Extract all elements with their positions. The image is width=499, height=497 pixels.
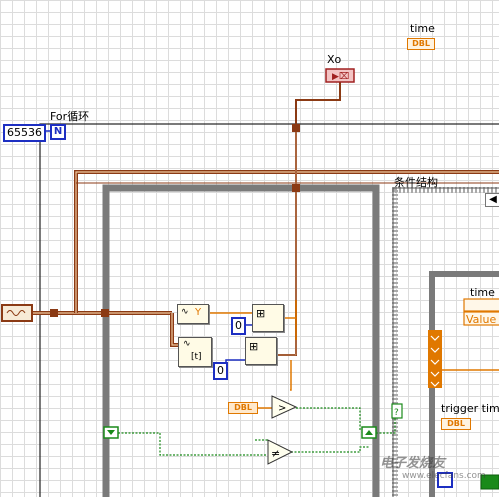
waveform-glyph-icon: ∿ xyxy=(181,307,189,317)
index-array-node-b[interactable]: ⊞ xyxy=(245,337,277,365)
boolean-wires xyxy=(118,407,396,456)
case-selector-arrow[interactable]: ◀ xyxy=(485,193,499,207)
get-waveform-t-node[interactable]: ∿ [t] xyxy=(178,337,212,367)
greater-than-node[interactable]: > xyxy=(271,395,298,419)
case-selector-terminal[interactable]: ? xyxy=(391,403,403,419)
tunnel-inner-top[interactable] xyxy=(292,184,300,192)
xo-indicator-label: Xo xyxy=(327,53,342,66)
t-output-label: [t] xyxy=(191,352,202,362)
watermark-brand: 电子发烧友 xyxy=(380,456,446,471)
waveform-glyph-icon: ∿ xyxy=(183,339,191,349)
svg-text:>: > xyxy=(278,403,286,414)
inner-loop-frame[interactable] xyxy=(102,184,380,497)
time-indicator-label: time xyxy=(410,22,435,35)
time-indicator[interactable]: DBL xyxy=(407,38,435,50)
index-constant-b[interactable]: 0 xyxy=(213,362,228,380)
array-grid-icon: ⊞ xyxy=(249,340,259,353)
svg-text:≠: ≠ xyxy=(271,447,280,460)
xo-indicator[interactable]: ▶⌧ xyxy=(325,68,355,83)
tunnel-inner-left[interactable] xyxy=(101,309,109,317)
svg-text:▶⌧: ▶⌧ xyxy=(332,72,349,82)
boolean-constant-terminal[interactable] xyxy=(103,426,119,439)
block-diagram-canvas: > ≠ ? ▶⌧ xyxy=(1,68,499,497)
loop-count-constant[interactable]: 65536 xyxy=(3,124,46,142)
trigger-time-indicator[interactable]: DBL xyxy=(441,418,471,430)
watermark: 电子发烧友 www.elecfans.com xyxy=(380,452,486,481)
trigger-time-label: trigger time xyxy=(441,402,499,415)
inner-time-label: time xyxy=(470,286,495,299)
array-grid-icon: ⊞ xyxy=(256,307,266,320)
y-output-label: Y xyxy=(195,307,202,318)
tunnel-left[interactable] xyxy=(50,309,58,317)
tunnel-top[interactable] xyxy=(292,124,300,132)
loop-count-terminal[interactable]: N xyxy=(50,124,66,140)
dbl-tunnel-stack[interactable] xyxy=(428,330,442,388)
not-equal-node[interactable]: ≠ xyxy=(267,439,294,465)
int-wires xyxy=(42,130,252,369)
watermark-site: www.elecfans.com xyxy=(402,471,486,481)
waveform-control[interactable] xyxy=(1,304,33,322)
svg-text:?: ? xyxy=(394,408,399,418)
boolean-shift-register[interactable] xyxy=(361,426,377,439)
index-array-node-a[interactable]: ⊞ xyxy=(252,304,284,332)
for-loop-label: For循环 xyxy=(50,110,90,123)
get-waveform-y-node[interactable]: ∿ Y xyxy=(177,304,209,324)
dbl-control[interactable]: DBL xyxy=(228,402,258,414)
case-structure-frame[interactable] xyxy=(392,187,499,497)
index-constant-a[interactable]: 0 xyxy=(231,317,246,335)
case-structure-label: 条件结构 xyxy=(394,176,438,189)
inner-value-label: Value xyxy=(466,313,497,326)
